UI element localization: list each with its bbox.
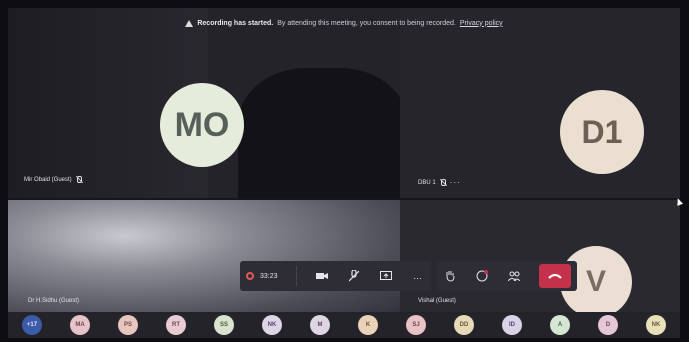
- mute-button[interactable]: [347, 266, 361, 286]
- warning-icon: [185, 19, 194, 27]
- people-icon: [507, 271, 520, 281]
- controls-left: 33:23 …: [240, 261, 431, 291]
- meeting-controls: 33:23 …: [240, 261, 577, 291]
- camera-off-button[interactable]: [315, 266, 329, 286]
- phone-hangup-icon: [547, 273, 562, 279]
- more-actions-button[interactable]: …: [411, 266, 425, 286]
- record-icon: [246, 272, 254, 280]
- roster-avatar[interactable]: M: [310, 315, 330, 335]
- name-label: Mir Obaid (Guest): [24, 177, 72, 183]
- roster-avatar[interactable]: +17: [22, 315, 42, 335]
- meeting-stage: Recording has started. By attending this…: [8, 8, 680, 338]
- meeting-timer: 33:23: [260, 272, 278, 280]
- avatar-d1: D1: [560, 90, 644, 174]
- hand-icon: [446, 271, 455, 282]
- participant-name-mo: Mir Obaid (Guest): [24, 176, 82, 184]
- roster-avatar[interactable]: NK: [646, 315, 666, 335]
- recording-banner: Recording has started. By attending this…: [8, 8, 680, 38]
- participant-name-d1: DBU 1 ···: [418, 178, 461, 187]
- mouse-cursor: [674, 197, 684, 206]
- recording-message: By attending this meeting, you consent t…: [277, 19, 456, 27]
- roster-avatar[interactable]: RT: [166, 315, 186, 335]
- roster-avatar[interactable]: NK: [262, 315, 282, 335]
- raise-hand-button[interactable]: [443, 266, 457, 286]
- roster-avatar[interactable]: K: [358, 315, 378, 335]
- name-label: Vishal (Guest): [418, 298, 456, 304]
- video-tile-v[interactable]: Vishal (Guest): [400, 200, 680, 320]
- roster-avatar[interactable]: MA: [70, 315, 90, 335]
- name-label: DBU 1: [418, 179, 436, 186]
- participant-name-v: Vishal (Guest): [418, 298, 456, 304]
- video-silhouette: [238, 68, 400, 198]
- chat-icon: [476, 270, 488, 282]
- roster-avatar[interactable]: A: [550, 315, 570, 335]
- hang-up-button[interactable]: [538, 264, 571, 288]
- divider: [295, 266, 297, 286]
- share-screen-icon: [379, 271, 392, 280]
- participant-name-hs: Dr H.Sidhu (Guest): [28, 298, 79, 304]
- name-label: Dr H.Sidhu (Guest): [28, 298, 80, 304]
- mic-off-icon: [348, 270, 359, 282]
- roster-avatar[interactable]: PS: [118, 315, 138, 335]
- mic-muted-icon: [440, 178, 446, 187]
- roster-avatar[interactable]: D: [598, 315, 618, 335]
- roster-avatar[interactable]: SJ: [406, 315, 426, 335]
- controls-right: [436, 261, 577, 291]
- avatar-mo: MO: [160, 83, 244, 167]
- chat-button[interactable]: [475, 266, 489, 286]
- more-options-icon[interactable]: ···: [450, 178, 461, 187]
- video-tile-hs[interactable]: Dr H.Sidhu (Guest): [8, 200, 400, 320]
- share-screen-button[interactable]: [379, 266, 393, 286]
- participant-roster: +17 MA PS RT SS NK M K SJ DD ID A D NK: [8, 312, 680, 338]
- roster-avatar[interactable]: ID: [502, 315, 522, 335]
- recording-indicator: 33:23: [246, 272, 278, 280]
- camera-off-icon: [315, 273, 328, 279]
- privacy-policy-link[interactable]: Privacy policy: [460, 20, 503, 27]
- roster-avatar[interactable]: DD: [454, 315, 474, 335]
- mic-muted-icon: [76, 176, 82, 184]
- recording-title: Recording has started.: [197, 19, 274, 27]
- participants-button[interactable]: [507, 266, 521, 286]
- roster-avatar[interactable]: SS: [214, 315, 234, 335]
